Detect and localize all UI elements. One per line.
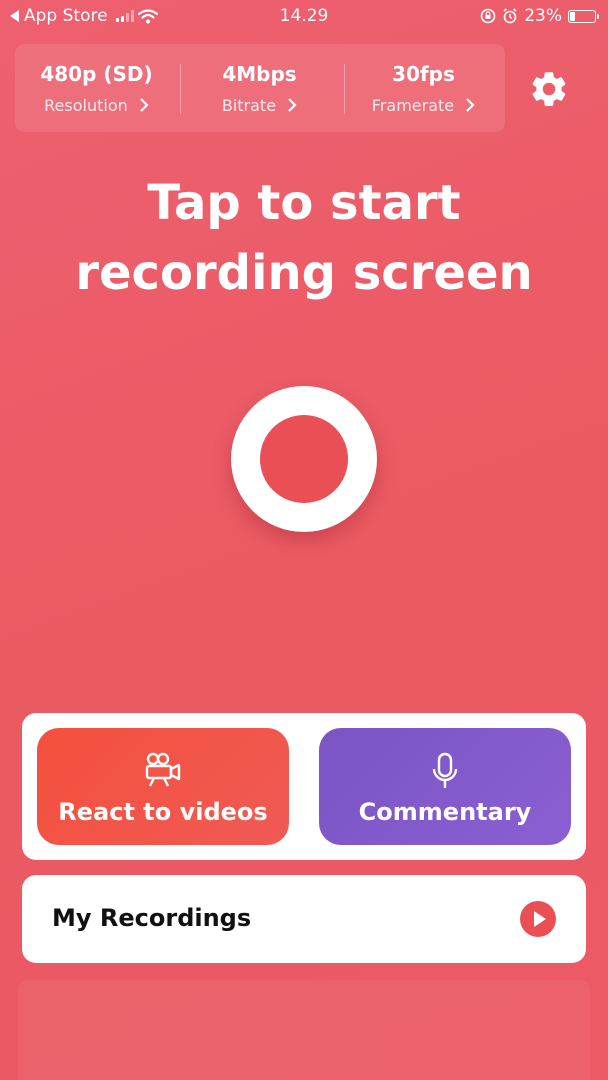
mode-cards-panel: React to videos Commentary	[22, 713, 586, 860]
status-right: 23%	[480, 6, 599, 26]
react-to-videos-label: React to videos	[58, 798, 268, 826]
framerate-setting[interactable]: 30fps Framerate	[342, 44, 505, 132]
commentary-button[interactable]: Commentary	[319, 728, 571, 845]
microphone-icon	[319, 752, 571, 792]
bitrate-setting[interactable]: 4Mbps Bitrate	[178, 44, 341, 132]
react-to-videos-button[interactable]: React to videos	[37, 728, 289, 845]
movie-camera-icon	[37, 752, 289, 792]
my-recordings-row[interactable]: My Recordings	[22, 875, 586, 963]
resolution-value: 480p (SD)	[40, 62, 153, 86]
gear-icon[interactable]	[528, 68, 570, 110]
play-icon[interactable]	[520, 901, 556, 937]
battery-percent: 23%	[524, 6, 562, 26]
record-dot-icon	[260, 415, 348, 503]
headline-line-2: recording screen	[75, 245, 533, 301]
alarm-icon	[503, 8, 517, 24]
battery-icon	[568, 9, 599, 23]
bitrate-value: 4Mbps	[222, 62, 297, 86]
chevron-right-icon	[466, 98, 475, 112]
my-recordings-label: My Recordings	[52, 904, 252, 932]
headline-line-1: Tap to start	[147, 175, 461, 231]
resolution-setting[interactable]: 480p (SD) Resolution	[15, 44, 178, 132]
resolution-label: Resolution	[15, 96, 178, 115]
page-title: Tap to start recording screen	[0, 168, 608, 308]
status-bar: App Store 14.29 23%	[0, 0, 608, 34]
battery-fill	[570, 11, 575, 21]
chevron-right-icon	[140, 98, 149, 112]
orientation-lock-icon	[480, 8, 496, 24]
chevron-right-icon	[288, 98, 297, 112]
commentary-label: Commentary	[358, 798, 532, 826]
bottom-panel	[18, 980, 590, 1080]
bitrate-label: Bitrate	[178, 96, 341, 115]
recording-settings-panel: 480p (SD) Resolution 4Mbps Bitrate 30fps…	[15, 44, 505, 132]
record-button[interactable]	[231, 386, 377, 532]
framerate-value: 30fps	[392, 62, 455, 86]
framerate-label: Framerate	[342, 96, 505, 115]
